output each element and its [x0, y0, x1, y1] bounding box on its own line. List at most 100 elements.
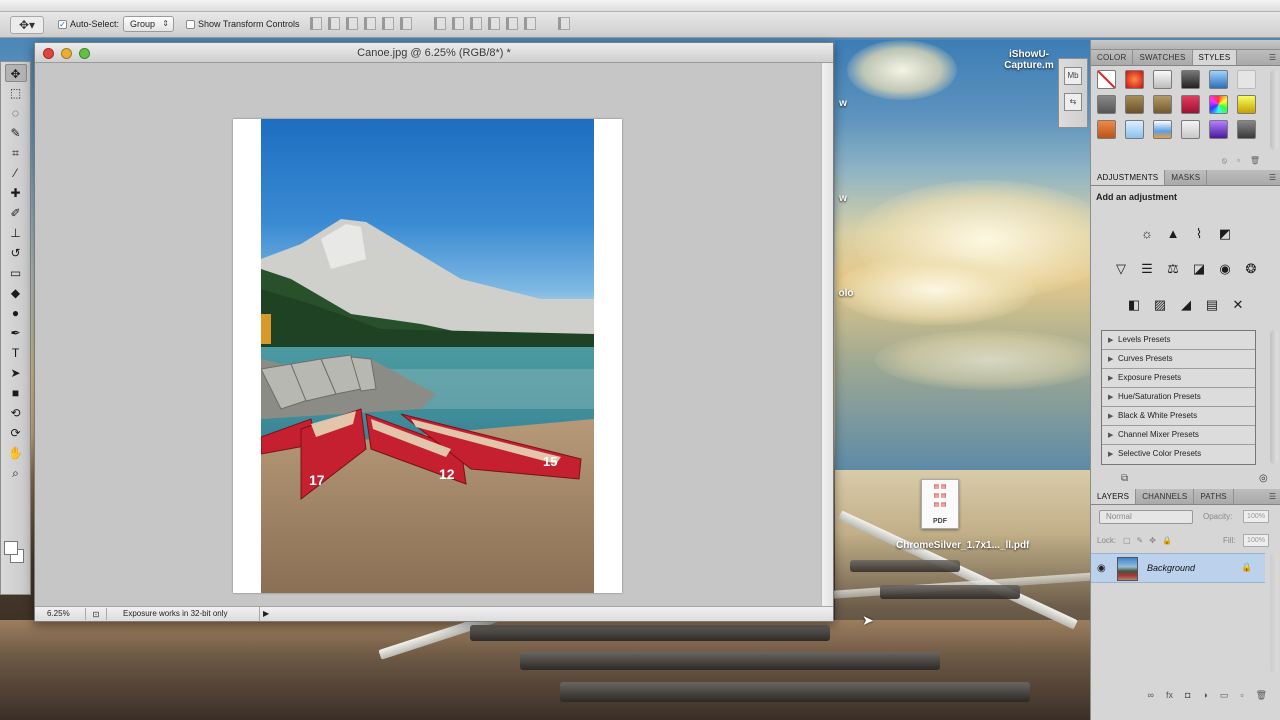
preset-item[interactable]: ▶ Exposure Presets	[1102, 369, 1255, 388]
panel-collapse-strip[interactable]	[1091, 40, 1280, 50]
invert-icon[interactable]: ◧	[1125, 296, 1143, 314]
clear-style-icon[interactable]: ⦸	[1222, 156, 1227, 166]
panel-menu-icon[interactable]: ☰	[1269, 170, 1280, 185]
auto-select-dropdown[interactable]: Group ⇕	[123, 16, 174, 32]
style-swatch[interactable]	[1181, 95, 1200, 114]
tab-layers[interactable]: LAYERS	[1091, 489, 1137, 504]
mini-bridge-button[interactable]: Mb	[1064, 67, 1082, 85]
tab-color[interactable]: COLOR	[1091, 50, 1134, 65]
layer-style-icon[interactable]: fx	[1166, 690, 1173, 706]
new-layer-icon[interactable]: ▫	[1240, 690, 1243, 706]
move-tool-icon[interactable]: ✥▾	[10, 16, 44, 34]
new-group-icon[interactable]: ▭	[1220, 690, 1229, 706]
style-swatch[interactable]	[1181, 120, 1200, 139]
eye-icon[interactable]: ◉	[1097, 563, 1106, 574]
foreground-color-swatch[interactable]	[4, 541, 18, 555]
style-swatch[interactable]	[1153, 120, 1172, 139]
crop-tool-icon[interactable]: ⌗	[5, 144, 27, 162]
align-hcenter-icon[interactable]	[382, 17, 394, 30]
levels-icon[interactable]: ▲	[1164, 225, 1182, 243]
tab-styles[interactable]: STYLES	[1192, 50, 1238, 65]
black-white-icon[interactable]: ◪	[1190, 260, 1208, 278]
style-swatch[interactable]	[1181, 70, 1200, 89]
panel-menu-icon[interactable]: ☰	[1269, 50, 1280, 65]
align-top-icon[interactable]	[310, 17, 322, 30]
preset-item[interactable]: ▶ Hue/Saturation Presets	[1102, 388, 1255, 407]
hand-tool-icon[interactable]: ✋	[5, 444, 27, 462]
layer-row-background[interactable]: ◉ Background 🔒	[1091, 553, 1265, 583]
brush-tool-icon[interactable]: ✐	[5, 204, 27, 222]
lasso-tool-icon[interactable]: ◌	[5, 104, 27, 122]
close-button-icon[interactable]	[43, 48, 54, 59]
document-canvas[interactable]: 17 12 15	[233, 119, 622, 593]
style-swatch-none[interactable]	[1097, 70, 1116, 89]
marquee-tool-icon[interactable]: ⬚	[5, 84, 27, 102]
toggle-visibility-icon[interactable]: ◎	[1259, 473, 1268, 484]
hue-saturation-icon[interactable]: ☰	[1138, 260, 1156, 278]
3d-orbit-tool-icon[interactable]: ⟳	[5, 424, 27, 442]
preset-item[interactable]: ▶ Curves Presets	[1102, 350, 1255, 369]
eraser-tool-icon[interactable]: ▭	[5, 264, 27, 282]
new-style-icon[interactable]: ▫	[1237, 156, 1240, 166]
canvas-area[interactable]: 17 12 15	[35, 63, 823, 608]
pdf-file-icon[interactable]: ▤ ▤ ▤ ▤ ▤ ▤ PDF	[921, 479, 959, 529]
link-layers-icon[interactable]: ∞	[1148, 690, 1154, 706]
style-swatch[interactable]	[1125, 120, 1144, 139]
fill-field[interactable]: 100%	[1243, 534, 1269, 547]
presets-scrollbar[interactable]	[1270, 330, 1278, 464]
rectangle-tool-icon[interactable]: ■	[5, 384, 27, 402]
distribute-top-icon[interactable]	[434, 17, 446, 30]
exposure-icon[interactable]: ◩	[1216, 225, 1234, 243]
channel-mixer-icon[interactable]: ❂	[1242, 260, 1260, 278]
show-transform-checkbox[interactable]: Show Transform Controls	[186, 19, 300, 29]
clip-layer-icon[interactable]: ⧉	[1121, 473, 1128, 484]
align-vcenter-icon[interactable]	[328, 17, 340, 30]
tab-adjustments[interactable]: ADJUSTMENTS	[1091, 170, 1166, 185]
type-tool-icon[interactable]: T	[5, 344, 27, 362]
style-swatch[interactable]	[1209, 70, 1228, 89]
style-swatch[interactable]	[1097, 120, 1116, 139]
preset-item[interactable]: ▶ Channel Mixer Presets	[1102, 426, 1255, 445]
blend-mode-select[interactable]: Normal	[1099, 510, 1193, 524]
preset-item[interactable]: ▶ Selective Color Presets	[1102, 445, 1255, 464]
curves-icon[interactable]: ⌇	[1190, 225, 1208, 243]
zoom-level[interactable]: 6.25%	[47, 607, 70, 621]
dodge-tool-icon[interactable]: ●	[5, 304, 27, 322]
align-right-icon[interactable]	[400, 17, 412, 30]
pdf-file-label[interactable]: ChromeSilver_1.7x1..._ll.pdf	[896, 540, 1029, 551]
style-swatch[interactable]	[1209, 95, 1228, 114]
delete-style-icon[interactable]: 🗑	[1250, 156, 1260, 166]
delete-layer-icon[interactable]: 🗑	[1256, 690, 1267, 706]
tab-swatches[interactable]: SWATCHES	[1133, 50, 1193, 65]
selective-color-icon[interactable]: ✕	[1229, 296, 1247, 314]
distribute-bottom-icon[interactable]	[470, 17, 482, 30]
style-swatch[interactable]	[1237, 95, 1256, 114]
preset-item[interactable]: ▶ Levels Presets	[1102, 331, 1255, 350]
history-brush-tool-icon[interactable]: ↺	[5, 244, 27, 262]
style-swatch[interactable]	[1209, 120, 1228, 139]
tab-paths[interactable]: PATHS	[1194, 489, 1234, 504]
styles-scrollbar[interactable]	[1270, 70, 1278, 150]
threshold-icon[interactable]: ◢	[1177, 296, 1195, 314]
distribute-right-icon[interactable]	[524, 17, 536, 30]
opacity-field[interactable]: 100%	[1243, 510, 1269, 523]
style-swatch[interactable]	[1125, 95, 1144, 114]
auto-select-checkbox[interactable]: ✓ Auto-Select:	[58, 19, 119, 29]
move-tool-icon[interactable]: ✥	[4, 64, 27, 82]
distribute-left-icon[interactable]	[488, 17, 500, 30]
posterize-icon[interactable]: ▨	[1151, 296, 1169, 314]
tab-masks[interactable]: MASKS	[1165, 170, 1208, 185]
healing-brush-tool-icon[interactable]: ✚	[5, 184, 27, 202]
preset-item[interactable]: ▶ Black & White Presets	[1102, 407, 1255, 426]
pen-tool-icon[interactable]: ✒	[5, 324, 27, 342]
style-swatch[interactable]	[1153, 70, 1172, 89]
auto-align-icon[interactable]	[558, 17, 570, 30]
layers-scrollbar[interactable]	[1270, 553, 1278, 673]
zoom-tool-icon[interactable]: ⌕	[5, 464, 27, 482]
style-swatch[interactable]	[1153, 95, 1172, 114]
layer-mask-icon[interactable]: ◘	[1185, 690, 1190, 706]
zoom-button-icon[interactable]	[79, 48, 90, 59]
color-balance-icon[interactable]: ⚖	[1164, 260, 1182, 278]
3d-rotate-tool-icon[interactable]: ⟲	[5, 404, 27, 422]
path-selection-tool-icon[interactable]: ➤	[5, 364, 27, 382]
